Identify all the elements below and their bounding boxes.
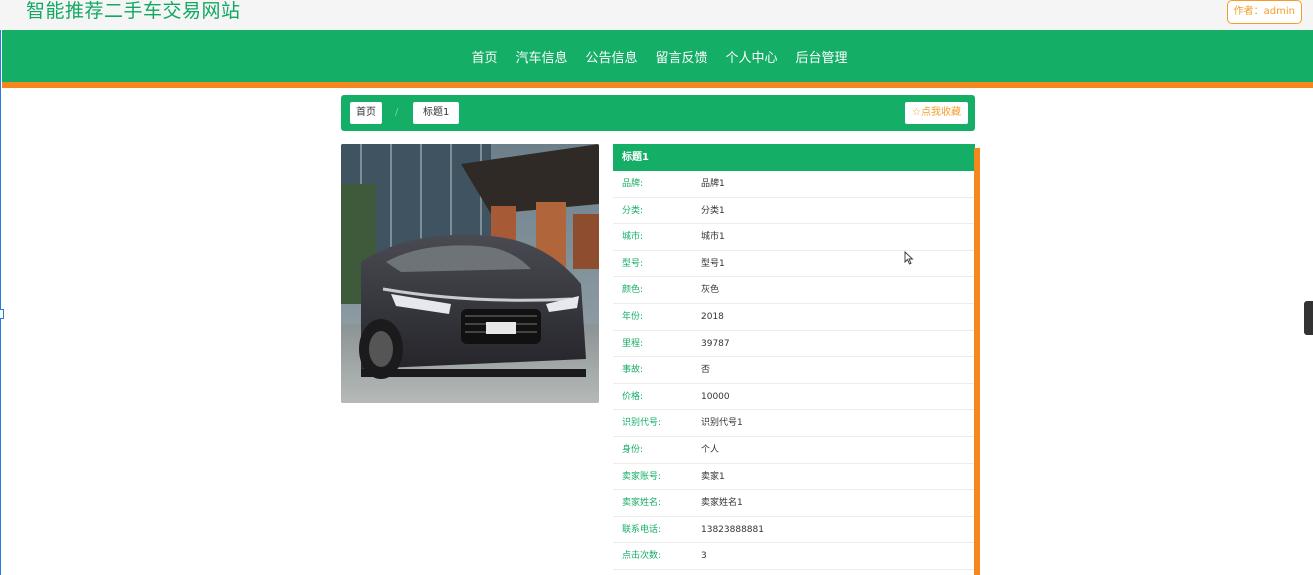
detail-row-model: 型号: 型号1 — [613, 251, 975, 278]
nav-item-admin[interactable]: 后台管理 — [796, 47, 848, 66]
field-value: 卖家姓名1 — [701, 498, 743, 509]
detail-title: 标题1 — [613, 144, 975, 171]
field-value: 型号1 — [701, 258, 725, 269]
left-edge-line — [0, 30, 1, 575]
detail-row-clicks: 点击次数: 3 — [613, 543, 975, 570]
breadcrumb: 首页 / 标题1 ☆点我收藏 — [341, 95, 975, 131]
field-label: 卖家姓名: — [622, 498, 662, 509]
detail-row-year: 年份: 2018 — [613, 304, 975, 331]
mouse-cursor-icon — [904, 251, 914, 265]
nav-item-profile[interactable]: 个人中心 — [726, 47, 778, 66]
detail-row-accident: 事故: 否 — [613, 357, 975, 384]
field-label: 里程: — [622, 338, 644, 349]
field-label: 点击次数: — [622, 551, 662, 562]
detail-row-phone: 联系电话: 13823888881 — [613, 517, 975, 544]
field-value: 2018 — [701, 311, 724, 322]
breadcrumb-current: 标题1 — [413, 102, 460, 124]
breadcrumb-home[interactable]: 首页 — [350, 102, 382, 124]
car-detail-panel: 标题1 品牌: 品牌1 分类: 分类1 城市: 城市1 型号: 型号1 颜色: … — [613, 144, 975, 575]
author-badge: 作者：admin — [1226, 0, 1302, 24]
detail-row-mileage: 里程: 39787 — [613, 331, 975, 358]
field-value: 3 — [701, 551, 707, 562]
field-value: 否 — [701, 365, 711, 376]
nav-item-home[interactable]: 首页 — [471, 47, 497, 66]
field-value: 卖家1 — [701, 471, 725, 482]
nav-item-cars[interactable]: 汽车信息 — [515, 47, 567, 66]
nav-menu: 首页 汽车信息 公告信息 留言反馈 个人中心 后台管理 — [2, 30, 1313, 82]
car-photo — [341, 144, 599, 403]
field-value: 39787 — [701, 338, 730, 349]
detail-row-seller-name: 卖家姓名: 卖家姓名1 — [613, 490, 975, 517]
favorite-button[interactable]: ☆点我收藏 — [905, 102, 968, 124]
field-label: 颜色: — [622, 285, 644, 296]
site-title: 智能推荐二手车交易网站 — [26, 0, 241, 22]
field-label: 身份: — [622, 444, 644, 455]
field-value: 品牌1 — [701, 179, 725, 189]
detail-row-identity: 身份: 个人 — [613, 437, 975, 464]
field-label: 价格: — [622, 391, 644, 402]
side-drawer-toggle[interactable] — [1304, 301, 1313, 335]
field-value: 灰色 — [701, 285, 720, 296]
field-label: 品牌: — [622, 179, 644, 189]
detail-row-color: 颜色: 灰色 — [613, 277, 975, 304]
field-label: 识别代号: — [622, 418, 662, 429]
field-label: 城市: — [622, 232, 644, 243]
field-value: 城市1 — [701, 232, 725, 243]
breadcrumb-separator: / — [395, 107, 399, 118]
field-label: 年份: — [622, 311, 644, 322]
detail-row-brand: 品牌: 品牌1 — [613, 171, 975, 198]
field-value: 10000 — [701, 391, 730, 402]
detail-row-city: 城市: 城市1 — [613, 224, 975, 251]
field-value: 分类1 — [701, 205, 725, 216]
field-value: 13823888881 — [701, 524, 764, 535]
field-label: 卖家账号: — [622, 471, 662, 482]
detail-row-vin: 识别代号: 识别代号1 — [613, 410, 975, 437]
detail-row-seller-account: 卖家账号: 卖家1 — [613, 464, 975, 491]
field-value: 个人 — [701, 444, 720, 455]
field-label: 事故: — [622, 365, 644, 376]
nav-item-announcements[interactable]: 公告信息 — [585, 47, 637, 66]
field-label: 型号: — [622, 258, 644, 269]
left-edge-marker — [0, 309, 4, 319]
top-header: 智能推荐二手车交易网站 作者：admin — [0, 0, 1313, 30]
field-label: 分类: — [622, 205, 644, 216]
main-navbar: 首页 汽车信息 公告信息 留言反馈 个人中心 后台管理 — [2, 30, 1313, 88]
detail-row-category: 分类: 分类1 — [613, 198, 975, 225]
detail-accent-bar — [974, 148, 980, 575]
detail-row-price: 价格: 10000 — [613, 384, 975, 411]
field-value: 识别代号1 — [701, 418, 743, 429]
nav-item-feedback[interactable]: 留言反馈 — [656, 47, 708, 66]
field-label: 联系电话: — [622, 524, 662, 535]
